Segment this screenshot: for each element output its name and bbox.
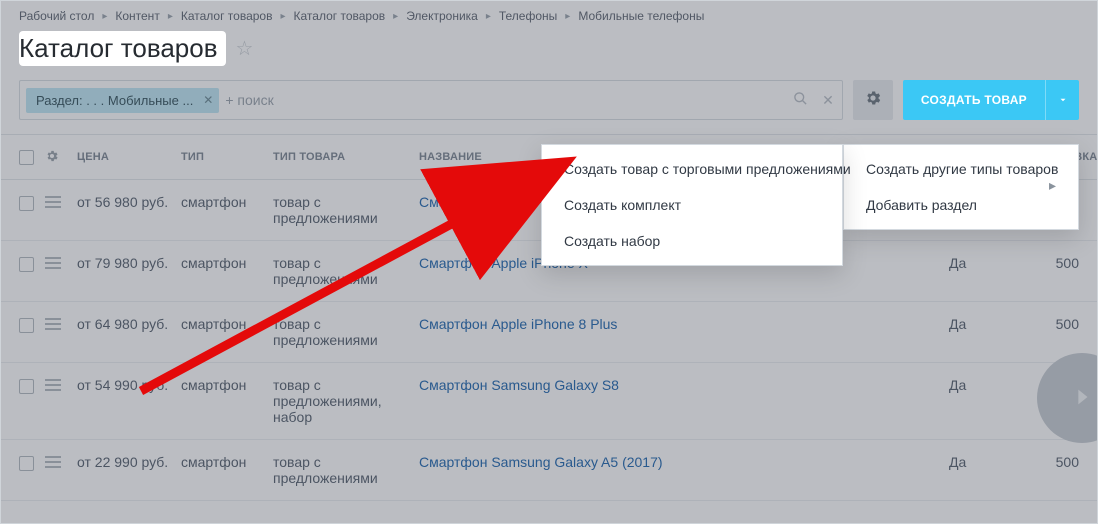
cell-product-type: товар с предложениями [273, 454, 419, 486]
crumb-5[interactable]: Телефоны [499, 9, 557, 23]
row-checkbox[interactable] [19, 456, 34, 471]
create-product-button[interactable]: СОЗДАТЬ ТОВАР [903, 80, 1045, 120]
table-row: от 22 990 руб.смартфонтовар с предложени… [1, 440, 1097, 501]
create-submenu: Создать товар с торговыми предложениями … [541, 144, 843, 266]
create-submenu-bundle[interactable]: Создать комплект [542, 187, 842, 223]
page-title: Каталог товаров [19, 31, 226, 66]
row-actions-icon[interactable] [45, 257, 61, 269]
chevron-right-icon: ▸ [168, 11, 173, 22]
row-actions-icon[interactable] [45, 379, 61, 391]
crumb-2[interactable]: Каталог товаров [181, 9, 273, 23]
product-link[interactable]: Смартфон Apple iPhone 8 Plus [419, 316, 617, 332]
create-menu-other-types[interactable]: Создать другие типы товаров ▸ [844, 151, 1078, 187]
create-submenu-set[interactable]: Создать набор [542, 223, 842, 259]
select-all-checkbox[interactable] [19, 150, 34, 165]
cell-active: Да [949, 316, 1019, 332]
chevron-down-icon [1058, 93, 1068, 108]
cell-type: смартфон [181, 377, 273, 393]
row-actions-icon[interactable] [45, 318, 61, 330]
cell-type: смартфон [181, 454, 273, 470]
clear-icon[interactable]: ✕ [822, 92, 834, 109]
chevron-right-icon: ▸ [102, 11, 107, 22]
cell-type: смартфон [181, 316, 273, 332]
menu-label: Создать другие типы товаров [866, 161, 1058, 177]
cell-name: Смартфон Apple iPhone 8 Plus [419, 316, 949, 332]
chevron-right-icon [1071, 380, 1093, 417]
create-submenu-with-offers[interactable]: Создать товар с торговыми предложениями [542, 151, 842, 187]
cell-type: смартфон [181, 255, 273, 271]
gear-icon [864, 89, 882, 112]
cell-price: от 54 990 руб. [77, 377, 181, 393]
row-actions-icon[interactable] [45, 196, 61, 208]
chevron-right-icon: ▸ [1049, 177, 1056, 194]
cell-product-type: товар с предложениями [273, 194, 419, 226]
col-price[interactable]: ЦЕНА [77, 151, 181, 163]
cell-name: Смартфон Samsung Galaxy A5 (2017) [419, 454, 949, 470]
cell-product-type: товар с предложениями [273, 316, 419, 348]
cell-product-type: товар с предложениями, набор [273, 377, 419, 425]
product-link[interactable]: Смартфон Samsung Galaxy S8 [419, 377, 619, 393]
cell-price: от 56 980 руб. [77, 194, 181, 210]
create-menu: Создать другие типы товаров ▸ Добавить р… [843, 144, 1079, 230]
chevron-right-icon: ▸ [486, 11, 491, 22]
crumb-1[interactable]: Контент [115, 9, 159, 23]
close-icon[interactable]: ✕ [203, 93, 213, 107]
col-product-type[interactable]: ТИП ТОВАРА [273, 151, 419, 163]
filter-chip-label: Раздел: . . . Мобильные ... [36, 93, 193, 108]
chevron-right-icon: ▸ [393, 11, 398, 22]
row-checkbox[interactable] [19, 257, 34, 272]
table-row: от 54 990 руб.смартфонтовар с предложени… [1, 363, 1097, 440]
create-product-dropdown-toggle[interactable] [1045, 80, 1079, 120]
chevron-right-icon: ▸ [280, 11, 285, 22]
search-placeholder: + поиск [225, 92, 273, 108]
create-menu-add-section[interactable]: Добавить раздел [844, 187, 1078, 223]
gear-icon[interactable] [45, 149, 59, 166]
cell-sort: 500 [1019, 454, 1079, 470]
row-checkbox[interactable] [19, 196, 34, 211]
cell-active: Да [949, 377, 1019, 393]
cell-active: Да [949, 454, 1019, 470]
table-row: от 64 980 руб.смартфонтовар с предложени… [1, 302, 1097, 363]
row-actions-icon[interactable] [45, 456, 61, 468]
crumb-6[interactable]: Мобильные телефоны [578, 9, 704, 23]
filter-chip-section[interactable]: Раздел: . . . Мобильные ... ✕ [26, 88, 219, 113]
crumb-4[interactable]: Электроника [406, 9, 478, 23]
row-checkbox[interactable] [19, 318, 34, 333]
cell-price: от 64 980 руб. [77, 316, 181, 332]
cell-active: Да [949, 255, 1019, 271]
cell-type: смартфон [181, 194, 273, 210]
star-icon[interactable]: ☆ [236, 36, 254, 61]
row-checkbox[interactable] [19, 379, 34, 394]
col-type[interactable]: ТИП [181, 151, 273, 163]
cell-price: от 22 990 руб. [77, 454, 181, 470]
cell-sort: 500 [1019, 255, 1079, 271]
search-icon[interactable] [793, 91, 808, 110]
product-link[interactable]: Смартфон Samsung Galaxy A5 (2017) [419, 454, 663, 470]
cell-product-type: товар с предложениями [273, 255, 419, 287]
crumb-0[interactable]: Рабочий стол [19, 9, 94, 23]
crumb-3[interactable]: Каталог товаров [294, 9, 386, 23]
filter-search-box[interactable]: Раздел: . . . Мобильные ... ✕ + поиск ✕ [19, 80, 843, 120]
cell-sort: 500 [1019, 316, 1079, 332]
settings-button[interactable] [853, 80, 893, 120]
cell-name: Смартфон Samsung Galaxy S8 [419, 377, 949, 393]
cell-price: от 79 980 руб. [77, 255, 181, 271]
chevron-right-icon: ▸ [565, 11, 570, 22]
breadcrumb: Рабочий стол▸ Контент▸ Каталог товаров▸ … [1, 1, 1097, 27]
